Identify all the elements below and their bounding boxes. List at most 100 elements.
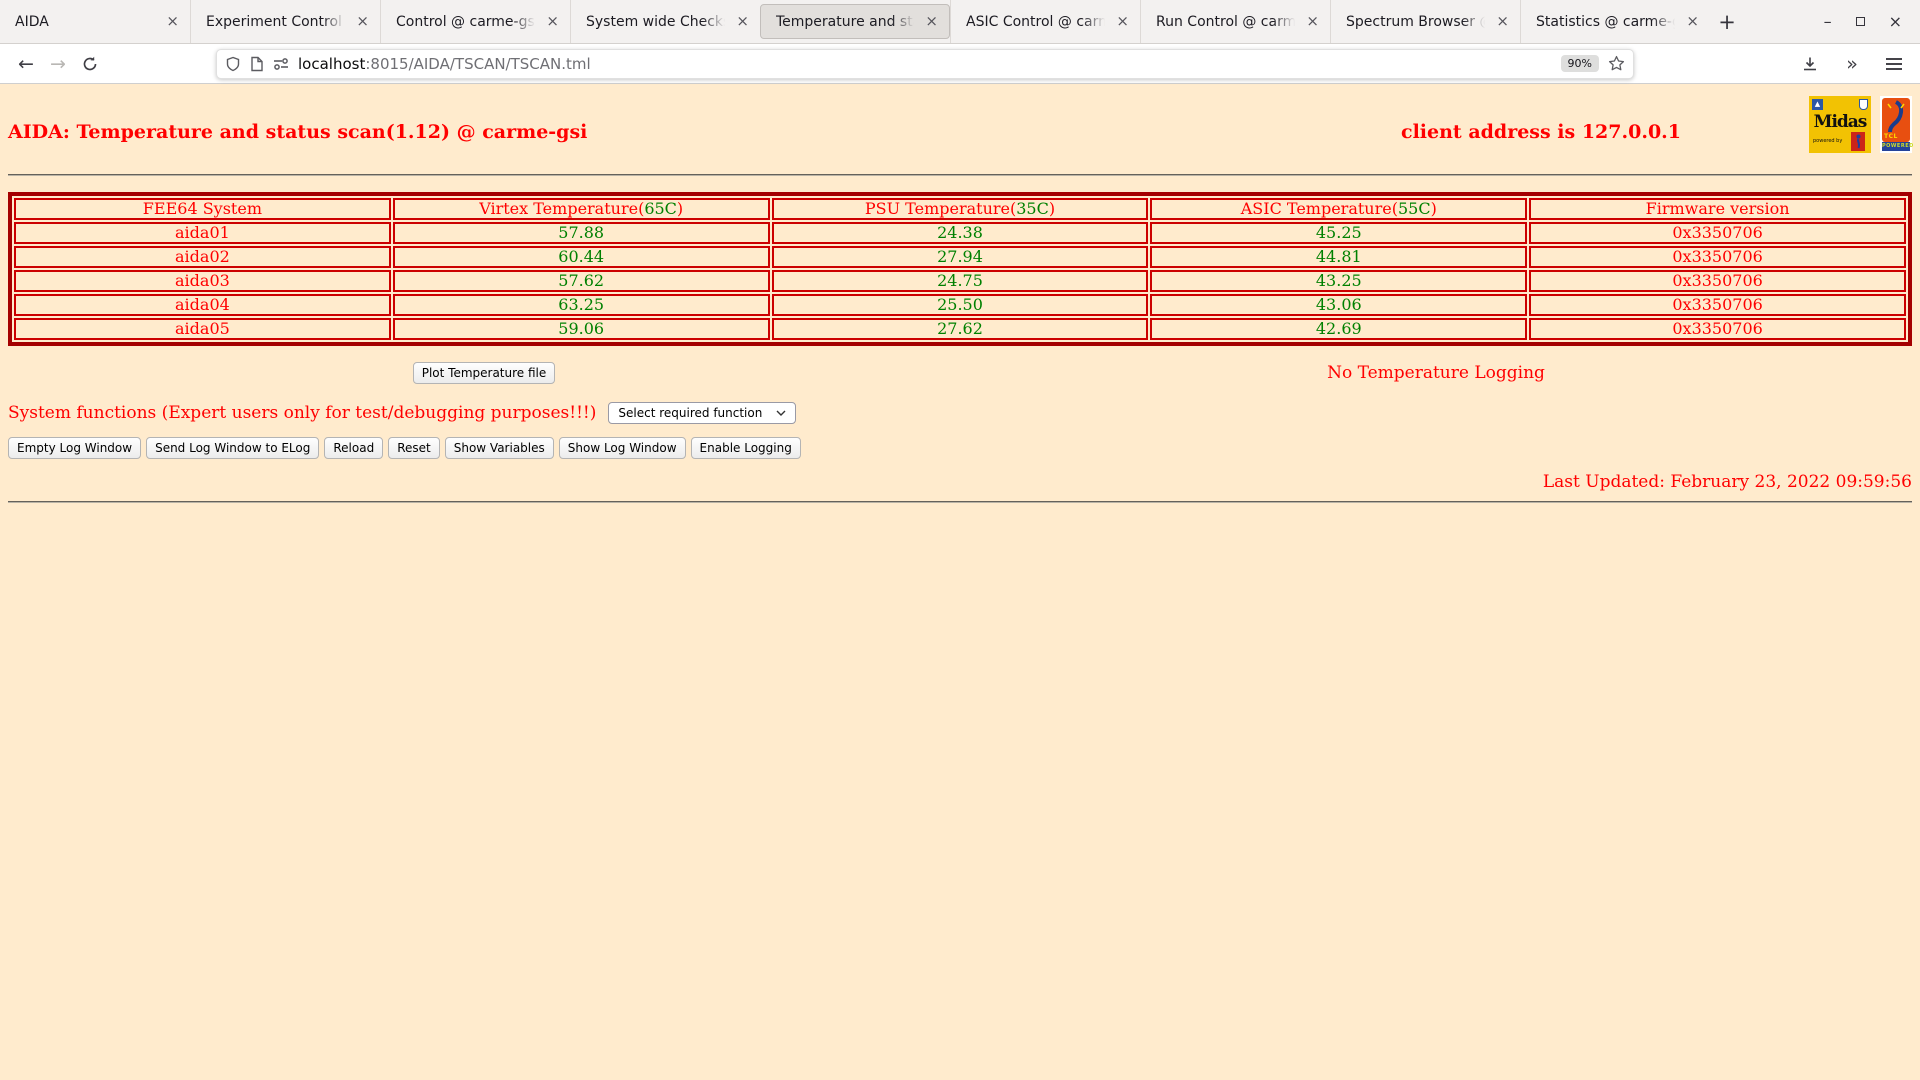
table-row-aida02: aida02 60.44 27.94 44.81 0x3350706 bbox=[14, 246, 1906, 268]
table-row-aida04: aida04 63.25 25.50 43.06 0x3350706 bbox=[14, 294, 1906, 316]
tcl-powered-logo[interactable]: TCL POWERED bbox=[1880, 96, 1914, 153]
tab-asic-control-carme-g[interactable]: ASIC Control @ carme-g× bbox=[950, 0, 1140, 43]
cell-psu-temp: 25.50 bbox=[771, 294, 1149, 316]
tab-run-control-carme-gs[interactable]: Run Control @ carme-gs × bbox=[1140, 0, 1330, 43]
cell-firmware: 0x3350706 bbox=[1529, 318, 1906, 340]
header-label: PSU Temperature( bbox=[864, 199, 1017, 218]
header-limit: 35C bbox=[1016, 199, 1049, 218]
window-maximize-button[interactable] bbox=[1855, 17, 1865, 26]
tabbar-spacer bbox=[1744, 0, 1806, 43]
url-text[interactable]: localhost:8015/AIDA/TSCAN/TSCAN.tml bbox=[298, 55, 1552, 73]
tab-system-wide-checks-ca[interactable]: System wide Checks @ ca× bbox=[570, 0, 760, 43]
app-menu-button[interactable] bbox=[1878, 49, 1910, 79]
header-label: Virtex Temperature( bbox=[479, 199, 645, 218]
tab-label: Experiment Control @ ca bbox=[206, 13, 348, 30]
last-updated-text: Last Updated: February 23, 2022 09:59:56 bbox=[1542, 472, 1912, 492]
tab-control-carme-gsi[interactable]: Control @ carme-gsi × bbox=[380, 0, 570, 43]
cell-system: aida05 bbox=[14, 318, 391, 340]
header-paren: ) bbox=[676, 199, 684, 218]
cell-system: aida04 bbox=[14, 294, 391, 316]
enable-logging-button[interactable]: Enable Logging bbox=[690, 437, 801, 459]
tab-close-icon[interactable]: × bbox=[1303, 13, 1322, 30]
toolbar-right: » bbox=[1794, 49, 1910, 79]
table-row-aida03: aida03 57.62 24.75 43.25 0x3350706 bbox=[14, 270, 1906, 292]
tab-close-icon[interactable]: × bbox=[1113, 13, 1132, 30]
reload-button[interactable]: Reload bbox=[324, 437, 384, 459]
new-tab-button[interactable]: + bbox=[1710, 0, 1744, 43]
cell-virtex-temp: 57.88 bbox=[392, 222, 770, 244]
cell-system: aida01 bbox=[14, 222, 391, 244]
toolbar-overflow-button[interactable]: » bbox=[1836, 49, 1868, 79]
downloads-button[interactable] bbox=[1794, 49, 1826, 79]
tab-close-icon[interactable]: × bbox=[1493, 13, 1512, 30]
show-variables-button[interactable]: Show Variables bbox=[444, 437, 554, 459]
table-subrow: Plot Temperature file No Temperature Log… bbox=[8, 362, 1912, 384]
tab-experiment-control-ca[interactable]: Experiment Control @ ca × bbox=[190, 0, 380, 43]
tab-label: AIDA bbox=[15, 13, 49, 30]
tab-spectrum-browser-ca[interactable]: Spectrum Browser @ ca × bbox=[1330, 0, 1520, 43]
header-label: Firmware version bbox=[1645, 199, 1790, 218]
zoom-level-badge[interactable]: 90% bbox=[1560, 55, 1599, 72]
tab-label: Control @ carme-gsi bbox=[396, 13, 539, 30]
back-button[interactable]: ← bbox=[10, 49, 42, 79]
tab-close-icon[interactable]: × bbox=[922, 13, 941, 30]
logo-group: ▲ Midas powered by TCL POWERED bbox=[1809, 96, 1914, 153]
show-log-window-button[interactable]: Show Log Window bbox=[558, 437, 686, 459]
cell-firmware: 0x3350706 bbox=[1529, 294, 1906, 316]
column-header-asic-temperature: ASIC Temperature(55C) bbox=[1150, 198, 1528, 220]
header-limit: 65C bbox=[644, 199, 677, 218]
permissions-sliders-icon[interactable] bbox=[273, 57, 289, 71]
tab-aida[interactable]: AIDA × bbox=[0, 0, 190, 43]
tab-temperature-and-status-s[interactable]: Temperature and status s× bbox=[760, 4, 950, 39]
hamburger-menu-icon bbox=[1886, 57, 1902, 70]
url-bar[interactable]: localhost:8015/AIDA/TSCAN/TSCAN.tml 90% bbox=[216, 48, 1634, 79]
page-info-icon[interactable] bbox=[250, 56, 264, 72]
column-header-psu-temperature: PSU Temperature(35C) bbox=[771, 198, 1149, 220]
header-label: FEE64 System bbox=[142, 199, 262, 218]
empty-log-window-button[interactable]: Empty Log Window bbox=[8, 437, 142, 459]
midas-powered-by-text: powered by bbox=[1813, 138, 1843, 144]
logging-status-cell: No Temperature Logging bbox=[960, 363, 1912, 383]
chevron-down-icon bbox=[776, 410, 786, 416]
send-log-window-to-elog-button[interactable]: Send Log Window to ELog bbox=[146, 437, 320, 459]
window-close-button[interactable]: × bbox=[1889, 13, 1902, 30]
function-select[interactable]: Select required function bbox=[608, 402, 797, 424]
forward-button[interactable]: → bbox=[42, 49, 74, 79]
navigation-toolbar: ← → localhost:8015/AIDA/TSCAN/TSCAN.tml … bbox=[0, 44, 1920, 84]
header-divider bbox=[8, 174, 1912, 176]
tab-close-icon[interactable]: × bbox=[1683, 13, 1702, 30]
bookmark-star-icon[interactable] bbox=[1608, 55, 1625, 72]
tab-statistics-carme-gsi[interactable]: Statistics @ carme-gsi × bbox=[1520, 0, 1710, 43]
midas-logo-text: Midas bbox=[1813, 112, 1868, 132]
client-address-text: client address is 127.0.0.1 bbox=[1401, 121, 1681, 143]
plot-temperature-file-button[interactable]: Plot Temperature file bbox=[412, 362, 556, 384]
download-icon bbox=[1804, 57, 1816, 70]
tab-close-icon[interactable]: × bbox=[163, 13, 182, 30]
midas-emblem-left-icon: ▲ bbox=[1812, 99, 1823, 110]
cell-psu-temp: 27.94 bbox=[771, 246, 1149, 268]
reset-button[interactable]: Reset bbox=[388, 437, 440, 459]
tab-label: Spectrum Browser @ ca bbox=[1346, 13, 1488, 30]
shield-icon[interactable] bbox=[225, 56, 241, 72]
tab-bar: AIDA×Experiment Control @ ca×Control @ c… bbox=[0, 0, 1920, 44]
cell-firmware: 0x3350706 bbox=[1529, 222, 1906, 244]
plot-button-cell: Plot Temperature file bbox=[8, 362, 960, 384]
cell-asic-temp: 43.06 bbox=[1150, 294, 1528, 316]
tcl-powered-text: POWERED bbox=[1882, 142, 1914, 151]
midas-logo[interactable]: ▲ Midas powered by bbox=[1809, 96, 1871, 153]
header-paren: ) bbox=[1430, 199, 1437, 218]
tab-strip: AIDA×Experiment Control @ ca×Control @ c… bbox=[0, 0, 1710, 43]
cell-asic-temp: 43.25 bbox=[1150, 270, 1528, 292]
tcl-logo-text: TCL bbox=[1884, 133, 1898, 140]
cell-psu-temp: 27.62 bbox=[771, 318, 1149, 340]
column-header-virtex-temperature: Virtex Temperature(65C) bbox=[392, 198, 770, 220]
page-header: AIDA: Temperature and status scan(1.12) … bbox=[8, 96, 1914, 158]
window-minimize-button[interactable]: – bbox=[1824, 13, 1832, 30]
tab-close-icon[interactable]: × bbox=[353, 13, 372, 30]
tab-label: System wide Checks @ ca bbox=[586, 13, 729, 30]
cell-asic-temp: 44.81 bbox=[1150, 246, 1528, 268]
tab-close-icon[interactable]: × bbox=[733, 13, 752, 30]
reload-button[interactable] bbox=[74, 49, 106, 79]
tab-close-icon[interactable]: × bbox=[543, 13, 562, 30]
cell-virtex-temp: 59.06 bbox=[392, 318, 770, 340]
